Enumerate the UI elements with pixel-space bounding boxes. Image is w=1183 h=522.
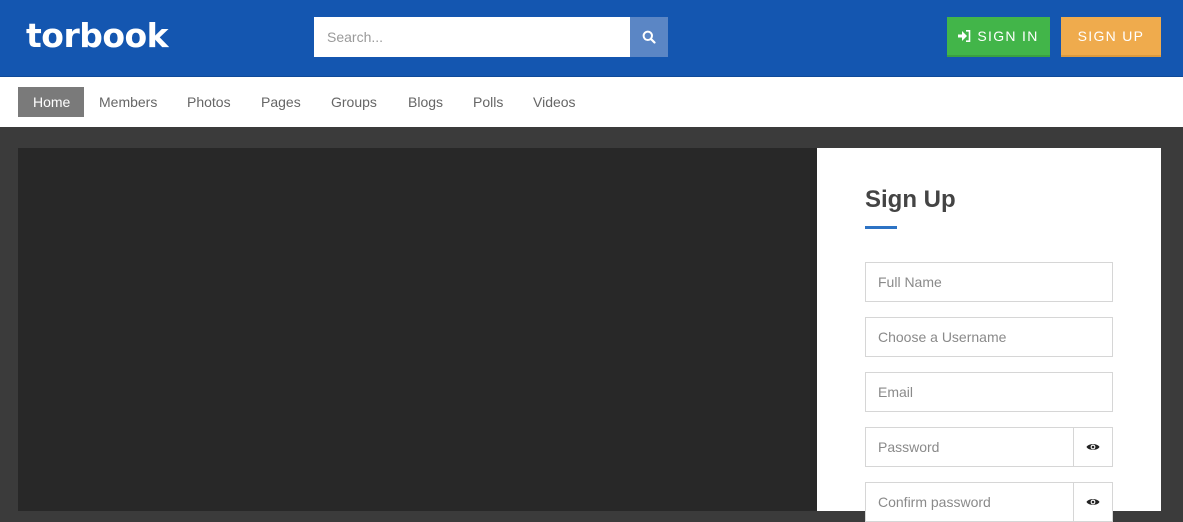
email-field[interactable]	[865, 372, 1113, 412]
sign-up-panel: Sign Up	[817, 148, 1161, 522]
sign-up-button[interactable]: SIGN UP	[1061, 17, 1161, 57]
full-name-field[interactable]	[865, 262, 1113, 302]
search-bar	[314, 17, 668, 57]
top-header: torbook SIGN IN SIGN UP	[0, 0, 1183, 77]
nav-item-polls[interactable]: Polls	[458, 87, 518, 117]
hero-banner	[18, 148, 817, 511]
sign-up-label: SIGN UP	[1077, 28, 1145, 44]
title-underline	[865, 226, 897, 229]
nav-item-videos[interactable]: Videos	[518, 87, 591, 117]
main-nav: Home Members Photos Pages Groups Blogs P…	[0, 77, 1183, 127]
eye-icon	[1086, 444, 1100, 450]
confirm-password-field[interactable]	[865, 482, 1074, 522]
sign-in-icon	[958, 30, 971, 42]
sign-in-label: SIGN IN	[977, 28, 1039, 44]
nav-item-blogs[interactable]: Blogs	[393, 87, 458, 117]
search-icon	[642, 30, 656, 44]
nav-item-groups[interactable]: Groups	[316, 87, 392, 117]
eye-icon	[1086, 499, 1100, 505]
site-logo[interactable]: torbook	[26, 14, 169, 58]
nav-item-members[interactable]: Members	[84, 87, 172, 117]
show-confirm-password-button[interactable]	[1073, 482, 1113, 522]
search-input[interactable]	[314, 17, 630, 57]
username-field[interactable]	[865, 317, 1113, 357]
password-field[interactable]	[865, 427, 1074, 467]
sign-up-title: Sign Up	[865, 186, 956, 213]
nav-item-home[interactable]: Home	[18, 87, 84, 117]
show-password-button[interactable]	[1073, 427, 1113, 467]
nav-item-photos[interactable]: Photos	[172, 87, 246, 117]
sign-in-button[interactable]: SIGN IN	[947, 17, 1050, 57]
search-button[interactable]	[630, 17, 668, 57]
nav-item-pages[interactable]: Pages	[246, 87, 316, 117]
